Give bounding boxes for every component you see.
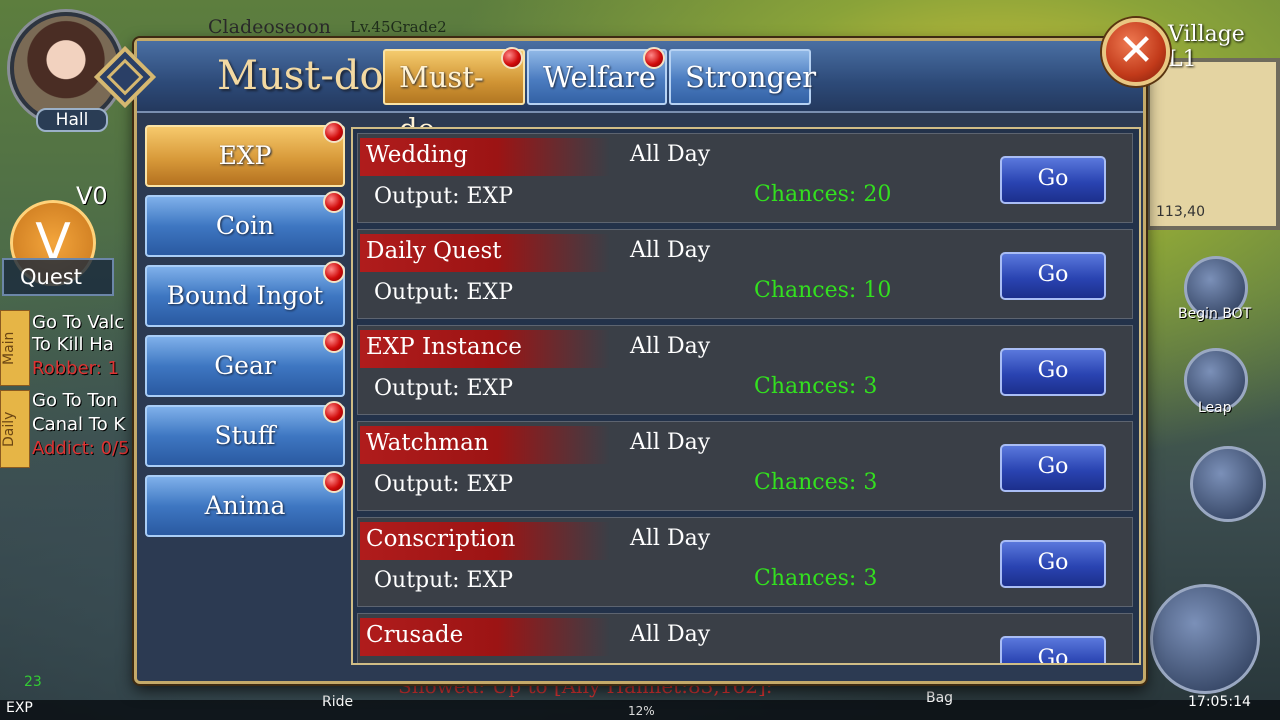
notification-dot-icon (323, 121, 345, 143)
go-button[interactable]: Go (1000, 156, 1106, 204)
notification-dot-icon (323, 191, 345, 213)
activity-name: Crusade (366, 622, 464, 648)
activity-time: All Day (630, 526, 711, 551)
tab-stronger[interactable]: Stronger (669, 49, 816, 105)
quest-tab[interactable]: Quest (2, 258, 114, 296)
list-item: EXP Instance All Day Output: EXP Chances… (357, 325, 1133, 415)
go-button[interactable]: Go (1000, 540, 1106, 588)
list-item: Watchman All Day Output: EXP Chances: 3 … (357, 421, 1133, 511)
online-count: 23 (24, 674, 42, 690)
list-item: Crusade All Day Go (357, 613, 1133, 663)
activity-output: Output: EXP (374, 472, 514, 497)
activity-name: EXP Instance (366, 334, 522, 360)
quest-line[interactable]: To Kill Ha (32, 334, 114, 355)
player-name: Cladeoseoon (208, 16, 331, 38)
dialog-header: Must-do Must-do Welfare Stronger (93, 41, 1143, 146)
notification-dot-icon (323, 331, 345, 353)
activity-chances: Chances: 3 (754, 566, 878, 591)
activity-chances: Chances: 3 (754, 470, 878, 495)
clock: 17:05:14 (1188, 694, 1251, 710)
notification-dot-icon (323, 471, 345, 493)
activity-output: Output: EXP (374, 376, 514, 401)
category-bound-ingot[interactable]: Bound Ingot (145, 265, 345, 327)
close-icon: ✕ (1117, 25, 1155, 76)
dialog-title: Must-do (217, 53, 384, 99)
list-item: Wedding All Day Output: EXP Chances: 20 … (357, 133, 1133, 223)
activity-name: Daily Quest (366, 238, 502, 264)
activity-list[interactable]: Wedding All Day Output: EXP Chances: 20 … (351, 127, 1141, 665)
notification-dot-icon (323, 261, 345, 283)
hall-label[interactable]: Hall (36, 108, 108, 132)
go-button[interactable]: Go (1000, 444, 1106, 492)
exp-label: EXP (6, 700, 33, 716)
notification-dot-icon (643, 47, 665, 69)
activity-name: Wedding (366, 142, 468, 168)
quest-line[interactable]: Go To Ton (32, 390, 118, 411)
quest-line[interactable]: Robber: 1 (32, 358, 119, 379)
ride-button[interactable]: Ride (322, 694, 353, 710)
activity-name: Watchman (366, 430, 489, 456)
list-item: Conscription All Day Output: EXP Chances… (357, 517, 1133, 607)
begin-bot-label[interactable]: Begin BOT (1178, 306, 1251, 322)
bag-button[interactable]: Bag (926, 690, 953, 706)
attack-button-icon[interactable] (1150, 584, 1260, 694)
tab-label: Stronger (685, 60, 817, 94)
activity-chances: Chances: 10 (754, 278, 892, 303)
category-coin[interactable]: Coin (145, 195, 345, 257)
close-button[interactable]: ✕ (1102, 18, 1170, 86)
leap-label[interactable]: Leap (1198, 400, 1232, 416)
category-anima[interactable]: Anima (145, 475, 345, 537)
category-stuff[interactable]: Stuff (145, 405, 345, 467)
activity-time: All Day (630, 238, 711, 263)
quest-line[interactable]: Go To Valc (32, 312, 124, 333)
category-gear[interactable]: Gear (145, 335, 345, 397)
activity-time: All Day (630, 142, 711, 167)
list-item: Daily Quest All Day Output: EXP Chances:… (357, 229, 1133, 319)
activity-output: Output: EXP (374, 280, 514, 305)
go-button[interactable]: Go (1000, 636, 1106, 663)
location-name: Village L1 (1168, 22, 1245, 72)
activity-chances: Chances: 20 (754, 182, 892, 207)
go-button[interactable]: Go (1000, 348, 1106, 396)
quest-line[interactable]: Addict: 0/5 (32, 438, 130, 459)
exp-percent: 12% (628, 704, 655, 718)
player-level: Lv.45Grade2 (350, 18, 447, 36)
daily-quest-tab[interactable]: Daily (0, 390, 30, 468)
main-quest-tab[interactable]: Main (0, 310, 30, 386)
minimap-coords: 113,40 (1156, 204, 1205, 220)
go-button[interactable]: Go (1000, 252, 1106, 300)
activity-name: Conscription (366, 526, 516, 552)
activity-output: Output: EXP (374, 568, 514, 593)
notification-dot-icon (323, 401, 345, 423)
category-exp[interactable]: EXP (145, 125, 345, 187)
notification-dot-icon (501, 47, 523, 69)
activity-time: All Day (630, 430, 711, 455)
vip-level: V0 (76, 182, 108, 210)
activity-time: All Day (630, 334, 711, 359)
tab-label: Welfare (543, 60, 656, 94)
activity-chances: Chances: 3 (754, 374, 878, 399)
skill-star-icon[interactable] (1190, 446, 1266, 522)
activity-time: All Day (630, 622, 711, 647)
must-do-dialog: Must-do Must-do Welfare Stronger EXP Coi… (93, 38, 1146, 684)
quest-line[interactable]: Canal To K (32, 414, 125, 435)
activity-output: Output: EXP (374, 184, 514, 209)
